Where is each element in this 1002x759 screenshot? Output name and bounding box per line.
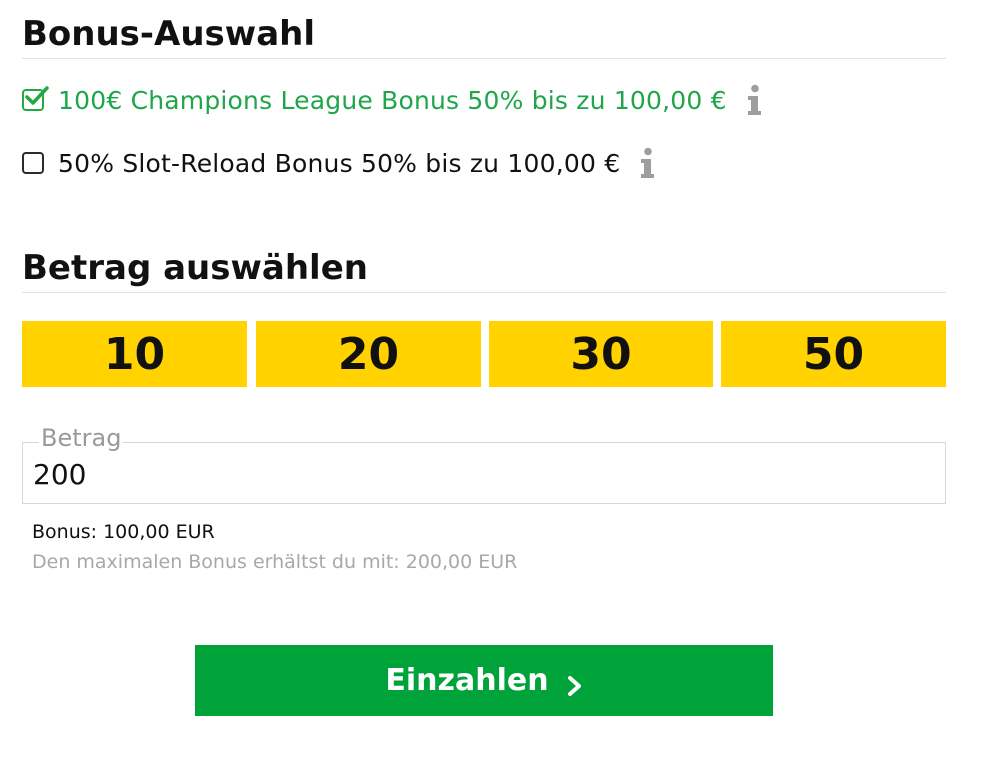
amount-preset-20-button[interactable]: 20 xyxy=(256,321,481,387)
amount-field-legend: Betrag xyxy=(39,423,124,453)
bonus-option-champions-league[interactable]: 100€ Champions League Bonus 50% bis zu 1… xyxy=(22,80,763,120)
deposit-button-label: Einzahlen xyxy=(385,663,549,698)
checked-checkbox-icon[interactable] xyxy=(22,86,49,111)
amount-field: Betrag xyxy=(22,423,946,504)
amount-preset-10-button[interactable]: 10 xyxy=(22,321,247,387)
amount-input[interactable] xyxy=(31,457,915,491)
max-bonus-hint: Den maximalen Bonus erhältst du mit: 200… xyxy=(32,551,518,573)
amount-section-title: Betrag auswählen xyxy=(22,248,946,293)
amount-preset-30-button[interactable]: 30 xyxy=(489,321,713,387)
info-icon[interactable] xyxy=(638,147,656,179)
bonus-amount-text: Bonus: 100,00 EUR xyxy=(32,521,215,543)
bonus-option-slot-reload[interactable]: 50% Slot-Reload Bonus 50% bis zu 100,00 … xyxy=(22,143,656,183)
chevron-right-icon xyxy=(567,670,583,696)
bonus-section-title: Bonus-Auswahl xyxy=(22,14,946,59)
deposit-button[interactable]: Einzahlen xyxy=(195,645,773,716)
bonus-option-label: 100€ Champions League Bonus 50% bis zu 1… xyxy=(58,85,727,115)
info-icon[interactable] xyxy=(745,84,763,116)
amount-preset-50-button[interactable]: 50 xyxy=(721,321,946,387)
bonus-option-label: 50% Slot-Reload Bonus 50% bis zu 100,00 … xyxy=(58,148,621,178)
checkbox-icon[interactable] xyxy=(22,152,44,174)
